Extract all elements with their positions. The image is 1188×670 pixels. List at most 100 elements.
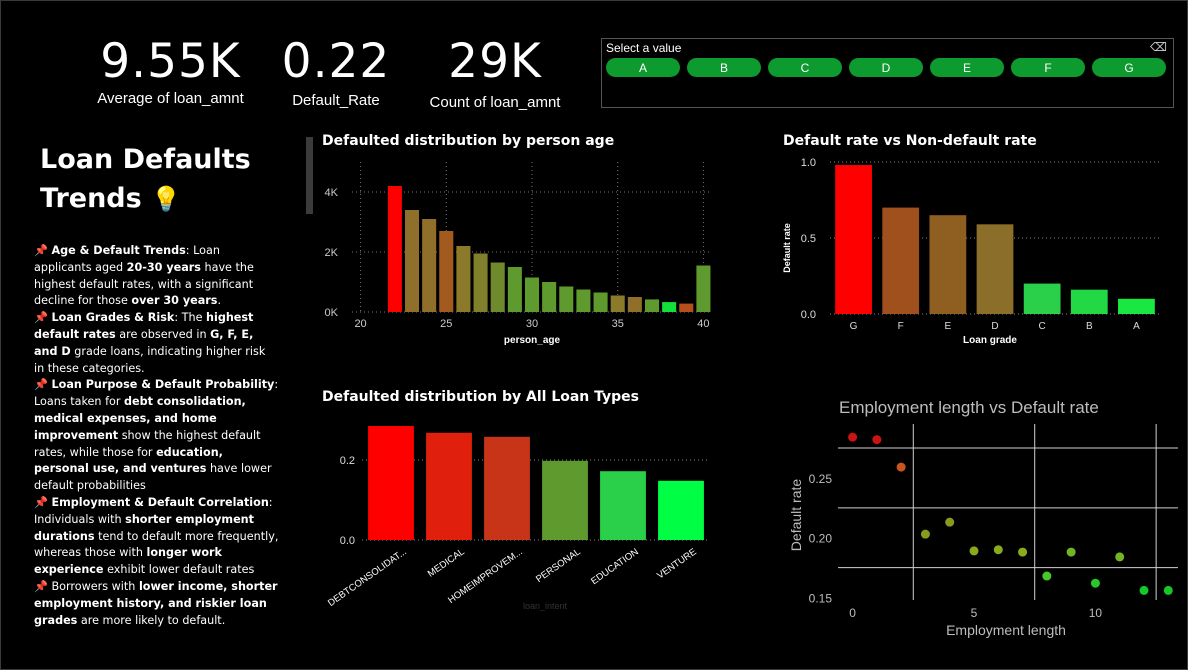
insight-grades: 📌 Loan Grades & Risk: The highest defaul… <box>34 311 266 375</box>
y-tick-label: 0.0 <box>340 535 355 547</box>
chart-age-distribution: 0K 2K 4K 20 25 30 35 40 person_age <box>325 162 712 346</box>
bar <box>456 246 471 312</box>
slicer-option-c[interactable]: C <box>768 58 842 77</box>
x-tick-label: G <box>850 321 858 332</box>
point <box>1090 578 1100 588</box>
pin-icon: 📌 <box>34 579 48 593</box>
bar <box>593 292 608 312</box>
slicer-option-b[interactable]: B <box>687 58 761 77</box>
bar <box>473 253 488 312</box>
insight-age: 📌 Age & Default Trends: Loan applicants … <box>34 244 254 308</box>
bar <box>1118 298 1155 314</box>
y-tick-label: 0.20 <box>809 532 833 546</box>
kpi-count-loan-amount: 29K Count of loan_amnt <box>415 34 575 112</box>
x-tick-label: 0 <box>849 606 856 620</box>
point <box>1018 547 1028 557</box>
kpi-label: Count of loan_amnt <box>429 94 561 111</box>
slicer-option-g[interactable]: G <box>1092 58 1166 77</box>
x-tick-label: 10 <box>1089 606 1103 620</box>
bar <box>627 297 642 312</box>
slicer-header: Select a value <box>606 41 682 55</box>
kpi-value: 29K <box>448 34 542 89</box>
pin-icon: 📌 <box>34 495 48 509</box>
chart-title-age: Defaulted distribution by person age <box>322 133 615 149</box>
y-tick-label: 0.25 <box>809 472 833 486</box>
kpi-value: 9.55K <box>100 34 241 89</box>
y-tick-label: 1.0 <box>801 157 816 169</box>
insights-text: 📌 Age & Default Trends: Loan applicants … <box>34 243 279 629</box>
x-tick-label: 35 <box>612 318 624 330</box>
y-tick-label: 0.2 <box>340 455 355 467</box>
insight-borrowers: 📌 Borrowers with lower income, shorter e… <box>34 579 278 627</box>
x-tick-label: 20 <box>354 318 366 330</box>
x-axis-label: Employment length <box>946 622 1066 638</box>
x-tick-label: 30 <box>526 318 538 330</box>
y-axis-label: Default rate <box>788 479 804 552</box>
bar <box>644 299 660 312</box>
bar <box>658 480 704 540</box>
page-title-line1: Loan Defaults <box>40 144 251 175</box>
loan-grade-slicer: Select a value ⌫ ABCDEFG <box>601 38 1174 108</box>
point <box>848 432 858 442</box>
chart-loan-intent: 0.00.2DEBTCONSOLIDAT... MEDICALHOMEIMPROV… <box>326 426 710 611</box>
x-tick-label: F <box>898 321 904 332</box>
point <box>896 462 906 472</box>
pin-icon: 📌 <box>34 311 48 325</box>
bar <box>679 303 694 312</box>
slicer-option-f[interactable]: F <box>1011 58 1085 77</box>
x-tick-label: A <box>1133 321 1140 332</box>
bar <box>387 186 402 312</box>
slicer-options: ABCDEFG <box>606 58 1166 77</box>
bar <box>426 432 472 540</box>
y-tick-label: 2K <box>325 247 339 259</box>
bar <box>490 262 505 312</box>
x-tick-label: 25 <box>440 318 452 330</box>
eraser-icon[interactable]: ⌫ <box>1150 40 1167 54</box>
kpi-label: Default_Rate <box>292 92 380 109</box>
page-title-line2: Trends <box>40 183 142 214</box>
point <box>1042 571 1052 581</box>
bar <box>600 471 646 540</box>
kpi-default-rate: 0.22 Default_Rate <box>268 34 404 110</box>
bar <box>368 426 414 540</box>
bar <box>882 207 920 314</box>
x-tick-label: B <box>1086 321 1093 332</box>
bar <box>835 165 872 314</box>
x-tick-label: E <box>945 321 952 332</box>
point <box>1163 585 1173 595</box>
bar <box>507 267 522 312</box>
bar <box>559 286 574 312</box>
point <box>969 546 979 556</box>
bar <box>542 282 557 312</box>
y-axis-label: Default rate <box>782 223 792 273</box>
insight-purpose: 📌 Loan Purpose & Default Probability: Lo… <box>34 378 279 493</box>
bar <box>404 210 420 312</box>
point <box>945 517 955 527</box>
point <box>1066 547 1076 557</box>
x-tick-label: 5 <box>971 606 978 620</box>
point <box>872 435 882 445</box>
slicer-option-d[interactable]: D <box>849 58 923 77</box>
bar <box>576 289 591 312</box>
point <box>1139 585 1149 595</box>
y-tick-label: 0K <box>325 307 339 319</box>
x-tick-label: PERSONAL <box>534 546 583 585</box>
kpi-average-loan-amount: 9.55K Average of loan_amnt <box>68 34 273 108</box>
y-tick-label: 0.15 <box>809 592 833 606</box>
kpi-label: Average of loan_amnt <box>97 90 244 107</box>
chart-employment-scatter: Employment length vs Default rate 0.15 0.2… <box>788 398 1178 638</box>
kpi-value: 0.22 <box>281 34 391 89</box>
slicer-option-a[interactable]: A <box>606 58 680 77</box>
chart-grade-default-rate: 0.0 0.5 1.0 G F E D C B A Loan grade Default rate <box>782 157 1160 346</box>
x-tick-label: C <box>1039 321 1046 332</box>
x-axis-label: person_age <box>504 335 561 346</box>
y-tick-label: 0.0 <box>801 309 816 321</box>
bar <box>484 436 530 540</box>
bar <box>422 219 437 312</box>
bar <box>542 460 588 540</box>
slicer-option-e[interactable]: E <box>930 58 1004 77</box>
pin-icon: 📌 <box>34 244 48 257</box>
pin-icon: 📌 <box>34 378 48 392</box>
x-tick-label: 40 <box>697 318 709 330</box>
x-axis-label: loan_intent <box>523 601 568 611</box>
